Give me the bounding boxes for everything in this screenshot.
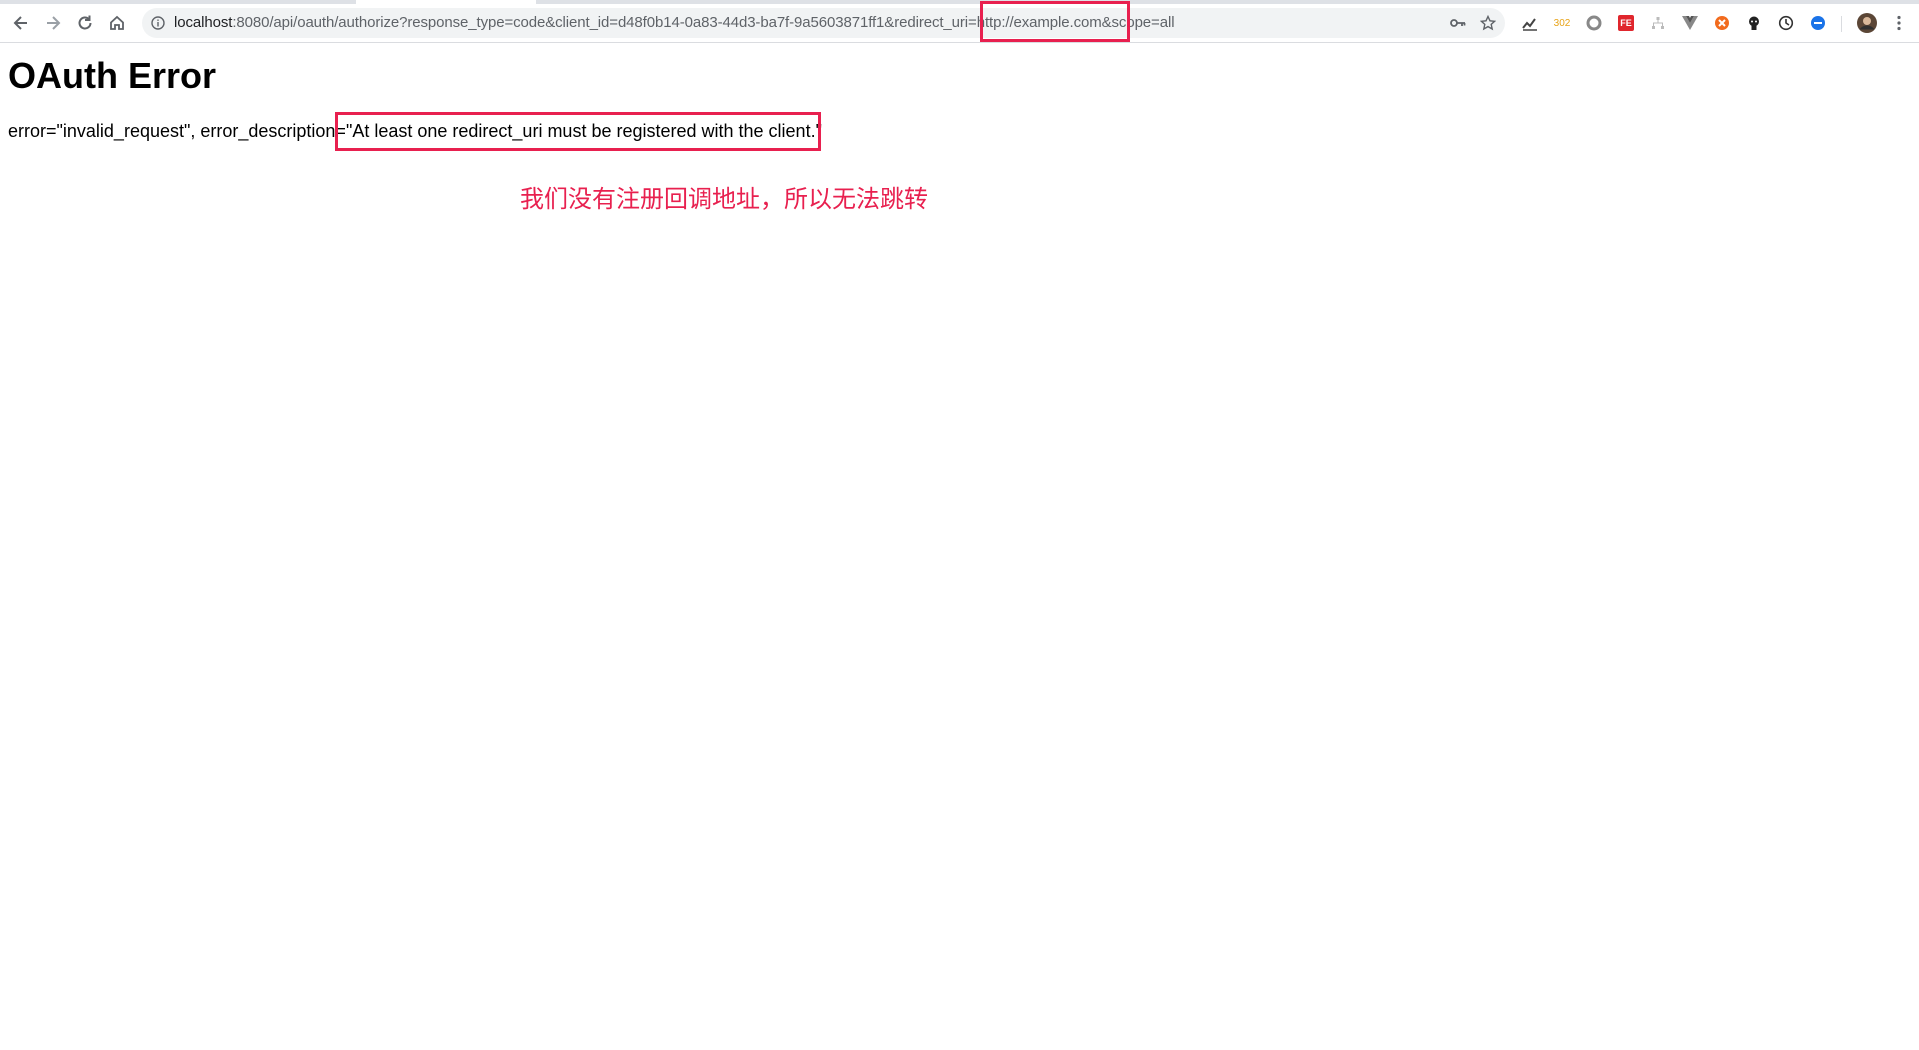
vue-icon xyxy=(1682,16,1698,30)
bookmark-star-icon[interactable] xyxy=(1480,15,1496,31)
url-highlight-box xyxy=(980,1,1130,42)
extension-orange[interactable] xyxy=(1713,14,1731,32)
toolbar-divider xyxy=(1841,16,1842,32)
fe-badge-icon: FE xyxy=(1618,15,1634,31)
key-icon[interactable] xyxy=(1450,16,1466,30)
extension-302[interactable]: 302 xyxy=(1553,14,1571,32)
extension-clock[interactable] xyxy=(1777,14,1795,32)
extension-vue[interactable] xyxy=(1681,14,1699,32)
ext-fe-label: FE xyxy=(1620,18,1632,28)
extension-blue[interactable] xyxy=(1809,14,1827,32)
forward-button[interactable] xyxy=(38,8,68,38)
extension-sitemap[interactable] xyxy=(1649,14,1667,32)
clock-icon xyxy=(1778,15,1794,31)
page-content: OAuth Error error="invalid_request", err… xyxy=(0,43,1919,1050)
browser-toolbar: localhost:8080/api/oauth/authorize?respo… xyxy=(0,4,1919,43)
more-vertical-icon xyxy=(1897,15,1901,31)
back-arrow-icon xyxy=(13,16,27,30)
sitemap-icon xyxy=(1652,17,1664,29)
info-icon xyxy=(151,16,165,30)
ext-302-label: 302 xyxy=(1553,17,1571,29)
menu-button[interactable] xyxy=(1890,14,1908,32)
profile-avatar[interactable] xyxy=(1856,12,1878,34)
address-bar[interactable]: localhost:8080/api/oauth/authorize?respo… xyxy=(142,8,1505,38)
chart-squiggle-icon xyxy=(1522,18,1537,31)
orange-x-icon xyxy=(1715,16,1729,30)
reload-icon xyxy=(78,15,92,30)
extension-chart[interactable] xyxy=(1521,14,1539,32)
home-button[interactable] xyxy=(102,8,132,38)
avatar-icon xyxy=(1857,13,1877,33)
extension-circle[interactable] xyxy=(1585,14,1603,32)
extension-github[interactable] xyxy=(1745,14,1763,32)
extension-fe[interactable]: FE xyxy=(1617,14,1635,32)
forward-arrow-icon xyxy=(47,16,61,30)
url-host: localhost xyxy=(174,14,233,31)
blue-chat-icon xyxy=(1811,16,1825,30)
octocat-icon xyxy=(1749,16,1759,30)
error-description-highlight-box xyxy=(335,112,821,151)
home-icon xyxy=(110,15,124,30)
back-button[interactable] xyxy=(6,8,36,38)
annotation-text: 我们没有注册回调地址，所以无法跳转 xyxy=(520,185,928,213)
page-title: OAuth Error xyxy=(8,55,217,96)
reload-button[interactable] xyxy=(70,8,100,38)
circle-icon xyxy=(1586,15,1602,31)
